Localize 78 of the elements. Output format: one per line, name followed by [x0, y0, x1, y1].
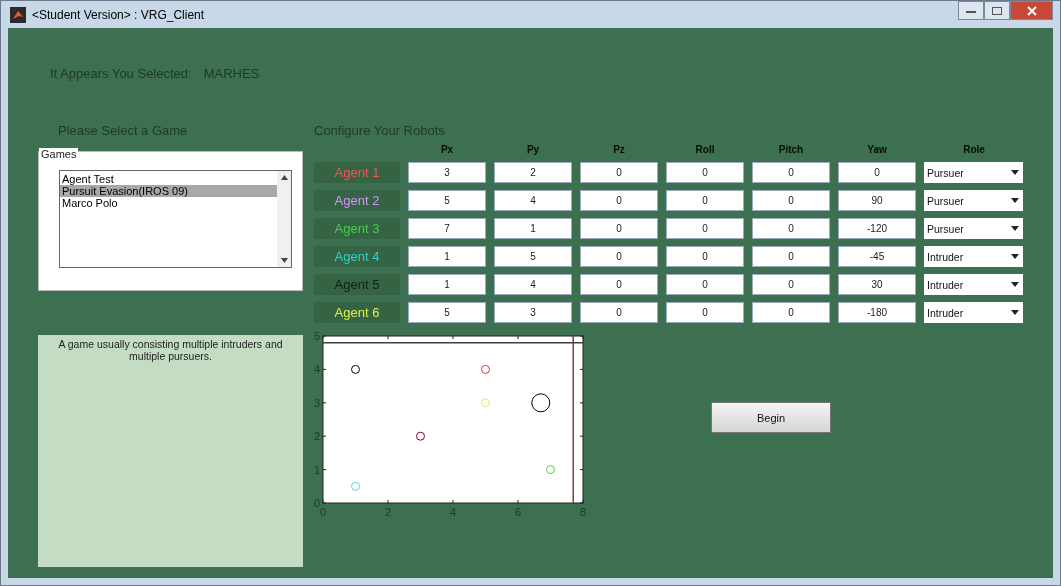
close-button[interactable] [1010, 1, 1053, 20]
value-field[interactable]: 2 [494, 162, 572, 183]
value-field[interactable]: 90 [838, 190, 916, 211]
begin-button[interactable]: Begin [711, 402, 831, 433]
close-icon [1026, 5, 1037, 16]
agent-label: Agent 4 [314, 246, 400, 267]
scroll-up-icon[interactable] [280, 175, 288, 180]
value-field[interactable]: 7 [408, 218, 486, 239]
value-field[interactable]: 5 [408, 190, 486, 211]
value-field[interactable]: 0 [580, 190, 658, 211]
caret-icon [1011, 170, 1019, 175]
agent-label: Agent 6 [314, 302, 400, 323]
value-field[interactable]: 0 [838, 162, 916, 183]
value-field[interactable]: 4 [494, 274, 572, 295]
value-field[interactable]: 0 [666, 162, 744, 183]
column-header: Yaw [866, 145, 888, 155]
value-field[interactable]: 0 [666, 302, 744, 323]
column-header: Py [525, 145, 541, 155]
agent-label: Agent 1 [314, 162, 400, 183]
value-field[interactable]: 1 [408, 246, 486, 267]
caret-icon [1011, 226, 1019, 231]
game-item[interactable]: Agent Test [60, 173, 277, 185]
maximize-icon [992, 6, 1002, 15]
value-field[interactable]: 0 [666, 246, 744, 267]
value-field[interactable]: 3 [494, 302, 572, 323]
value-field[interactable]: 5 [494, 246, 572, 267]
app-icon [10, 6, 26, 23]
value-field[interactable]: 0 [580, 218, 658, 239]
role-dropdown[interactable]: Intruder [924, 274, 1023, 295]
agent-label: Agent 5 [314, 274, 400, 295]
caret-icon [1011, 254, 1019, 259]
game-description: A game usually consisting multiple intruders and multiple pursuers. [58, 338, 283, 362]
caret-icon [1011, 282, 1019, 287]
game-item[interactable]: Pursuit Evasion(IROS 09) [60, 185, 277, 197]
value-field[interactable]: 3 [408, 162, 486, 183]
column-header: Role [962, 145, 986, 155]
game-item[interactable]: Marco Polo [60, 197, 277, 209]
agent-label: Agent 3 [314, 218, 400, 239]
role-dropdown[interactable]: Pursuer [924, 162, 1023, 183]
value-field[interactable]: 0 [752, 162, 830, 183]
window-title: <Student Version> : VRG_Client [32, 7, 205, 22]
role-dropdown[interactable]: Intruder [924, 302, 1023, 323]
column-header: Roll [694, 145, 716, 155]
group-label: Games [39, 148, 79, 160]
maximize-button[interactable] [984, 1, 1010, 20]
value-field[interactable]: 0 [752, 190, 830, 211]
value-field[interactable]: 0 [666, 218, 744, 239]
value-field[interactable]: -180 [838, 302, 916, 323]
role-dropdown[interactable]: Pursuer [924, 190, 1023, 211]
value-field[interactable]: 0 [580, 246, 658, 267]
caret-icon [1011, 198, 1019, 203]
value-field[interactable]: 30 [838, 274, 916, 295]
column-header: Pz [612, 145, 626, 155]
role-dropdown[interactable]: Intruder [924, 246, 1023, 267]
value-field[interactable]: 0 [752, 218, 830, 239]
value-field[interactable]: 1 [408, 274, 486, 295]
scroll-down-icon[interactable] [280, 258, 288, 263]
value-field[interactable]: 0 [666, 190, 744, 211]
games-list[interactable]: Agent Test Pursuit Evasion(IROS 09) Marco Polo [59, 170, 292, 268]
value-field[interactable]: -45 [838, 246, 916, 267]
value-field[interactable]: 0 [666, 274, 744, 295]
minimize-button[interactable] [958, 1, 984, 20]
column-header: Pitch [777, 145, 805, 155]
value-field[interactable]: 0 [752, 302, 830, 323]
value-field[interactable]: 0 [580, 274, 658, 295]
column-header: Px [439, 145, 455, 155]
agent-label: Agent 2 [314, 190, 400, 211]
value-field[interactable]: 4 [494, 190, 572, 211]
value-field[interactable]: 5 [408, 302, 486, 323]
value-field[interactable]: 1 [494, 218, 572, 239]
caret-icon [1011, 310, 1019, 315]
value-field[interactable]: 0 [580, 162, 658, 183]
scrollbar[interactable] [277, 171, 291, 267]
role-dropdown[interactable]: Pursuer [924, 218, 1023, 239]
value-field[interactable]: 0 [752, 274, 830, 295]
value-field[interactable]: 0 [580, 302, 658, 323]
value-field[interactable]: -120 [838, 218, 916, 239]
value-field[interactable]: 0 [752, 246, 830, 267]
